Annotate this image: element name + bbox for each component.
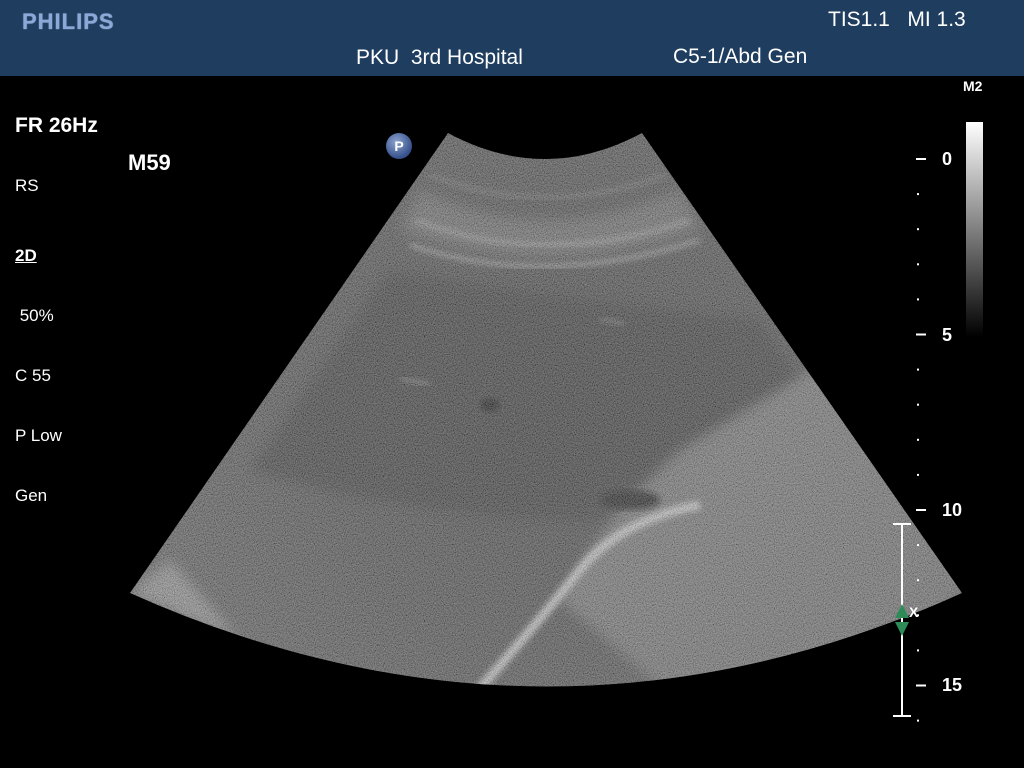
orientation-mark-icon: P: [386, 133, 412, 159]
sector-scan: [130, 133, 962, 687]
depth-label-0: 0: [942, 149, 953, 169]
depth-label-10: 10: [942, 500, 963, 520]
focus-down-arrow-icon: [895, 622, 909, 636]
ultrasound-image: [130, 133, 962, 722]
depth-label-15: 15: [942, 675, 963, 695]
depth-label-5: 5: [942, 325, 953, 345]
depth-scale: [916, 158, 926, 722]
focus-x-label: X: [909, 604, 919, 620]
